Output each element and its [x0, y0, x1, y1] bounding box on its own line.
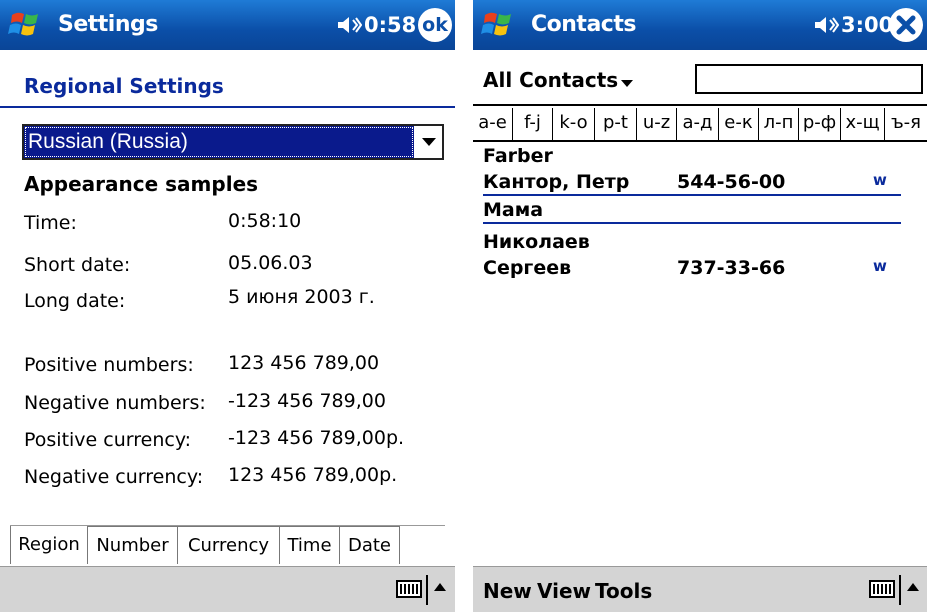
speaker-icon[interactable] — [336, 14, 362, 36]
menu-view[interactable]: View — [537, 579, 591, 603]
contacts-screen: Contacts 3:00 All Contacts a-e f-j k-o p… — [473, 0, 927, 612]
alpha-tab[interactable]: f-j — [513, 108, 553, 140]
dropdown-arrow-icon[interactable] — [422, 138, 436, 146]
menu-bar: New View Tools — [473, 566, 927, 612]
positive-numbers-label: Positive numbers: — [24, 354, 194, 376]
negative-numbers-value: -123 456 789,00 — [228, 390, 386, 412]
long-date-label: Long date: — [24, 290, 126, 312]
settings-tab-strip: Region Number Currency Time Date — [10, 525, 445, 564]
tab-time[interactable]: Time — [280, 526, 340, 564]
contact-phone: 544-56-00 — [677, 171, 786, 193]
sip-divider — [899, 575, 901, 605]
alpha-tab[interactable]: е-к — [719, 108, 759, 140]
negative-numbers-label: Negative numbers: — [24, 392, 206, 414]
page-title: Regional Settings — [24, 74, 224, 98]
positive-currency-label: Positive currency: — [24, 429, 192, 451]
sip-arrow-icon[interactable] — [907, 583, 919, 591]
work-phone-indicator: w — [873, 171, 887, 189]
short-date-label: Short date: — [24, 254, 131, 276]
alphabet-tab-strip: a-e f-j k-o p-t u-z а-д е-к л-п р-ф х-щ … — [473, 108, 927, 142]
alpha-tab[interactable]: р-ф — [799, 108, 841, 140]
title-bar: Contacts 3:00 — [473, 0, 927, 50]
positive-numbers-value: 123 456 789,00 — [228, 352, 380, 374]
alpha-tab[interactable]: p-t — [595, 108, 637, 140]
category-filter[interactable]: All Contacts — [483, 68, 618, 92]
contact-row[interactable]: Кантор, Петр 544-56-00 w — [473, 168, 927, 196]
row-separator — [483, 222, 901, 224]
alpha-tab[interactable]: k-o — [553, 108, 595, 140]
contact-name: Кантор, Петр — [483, 171, 630, 193]
title-bar: Settings 0:58 ok — [0, 0, 455, 50]
contact-row[interactable]: Мама — [473, 196, 927, 224]
alpha-tab[interactable]: a-e — [473, 108, 513, 140]
chevron-down-icon[interactable] — [621, 80, 633, 87]
app-title: Contacts — [531, 12, 636, 37]
contact-row[interactable]: Сергеев 737-33-66 w — [473, 254, 927, 282]
windows-start-icon[interactable] — [8, 9, 44, 41]
menu-new[interactable]: New — [483, 579, 532, 603]
filter-bar: All Contacts — [473, 58, 927, 106]
app-title: Settings — [58, 12, 158, 37]
search-input[interactable] — [695, 64, 923, 94]
work-phone-indicator: w — [873, 257, 887, 275]
ok-icon: ok — [422, 14, 448, 36]
tab-currency[interactable]: Currency — [178, 526, 280, 564]
alpha-tab[interactable]: ъ-я — [885, 108, 927, 140]
alpha-tab[interactable]: л-п — [759, 108, 799, 140]
contact-row[interactable]: Farber — [473, 142, 927, 170]
samples-heading: Appearance samples — [24, 172, 259, 196]
menu-bar — [0, 566, 455, 612]
clock[interactable]: 0:58 — [364, 0, 416, 50]
settings-screen: Settings 0:58 ok Regional Settings Russi… — [0, 0, 455, 612]
short-date-value: 05.06.03 — [228, 252, 313, 274]
keyboard-icon[interactable] — [396, 580, 422, 598]
title-divider — [0, 106, 455, 108]
contact-name: Николаев — [483, 231, 590, 253]
speaker-icon[interactable] — [813, 14, 839, 36]
contact-name: Farber — [483, 145, 553, 167]
contact-name: Мама — [483, 199, 544, 221]
negative-currency-value: 123 456 789,00р. — [228, 464, 398, 486]
screen-divider — [455, 0, 473, 612]
sip-divider — [426, 575, 428, 605]
contact-phone: 737-33-66 — [677, 257, 786, 279]
clock[interactable]: 3:00 — [841, 0, 893, 50]
negative-currency-label: Negative currency: — [24, 466, 204, 488]
contact-name: Сергеев — [483, 257, 572, 279]
alpha-tab[interactable]: х-щ — [841, 108, 885, 140]
tab-region[interactable]: Region — [10, 526, 88, 564]
keyboard-icon[interactable] — [869, 580, 895, 598]
time-value: 0:58:10 — [228, 210, 302, 232]
ok-button[interactable]: ok — [418, 8, 452, 42]
tab-date[interactable]: Date — [340, 526, 400, 564]
tab-number[interactable]: Number — [88, 526, 178, 564]
menu-tools[interactable]: Tools — [595, 579, 652, 603]
close-icon[interactable] — [889, 8, 923, 42]
alpha-tab[interactable]: а-д — [677, 108, 719, 140]
locale-selected-value: Russian (Russia) — [24, 126, 414, 158]
positive-currency-value: -123 456 789,00р. — [228, 427, 405, 449]
alpha-tab[interactable]: u-z — [637, 108, 677, 140]
contact-row[interactable]: Николаев — [473, 228, 927, 256]
sip-arrow-icon[interactable] — [434, 583, 446, 591]
windows-start-icon[interactable] — [481, 9, 517, 41]
time-label: Time: — [24, 212, 77, 234]
locale-select[interactable]: Russian (Russia) — [22, 124, 444, 160]
long-date-value: 5 июня 2003 г. — [228, 286, 375, 308]
